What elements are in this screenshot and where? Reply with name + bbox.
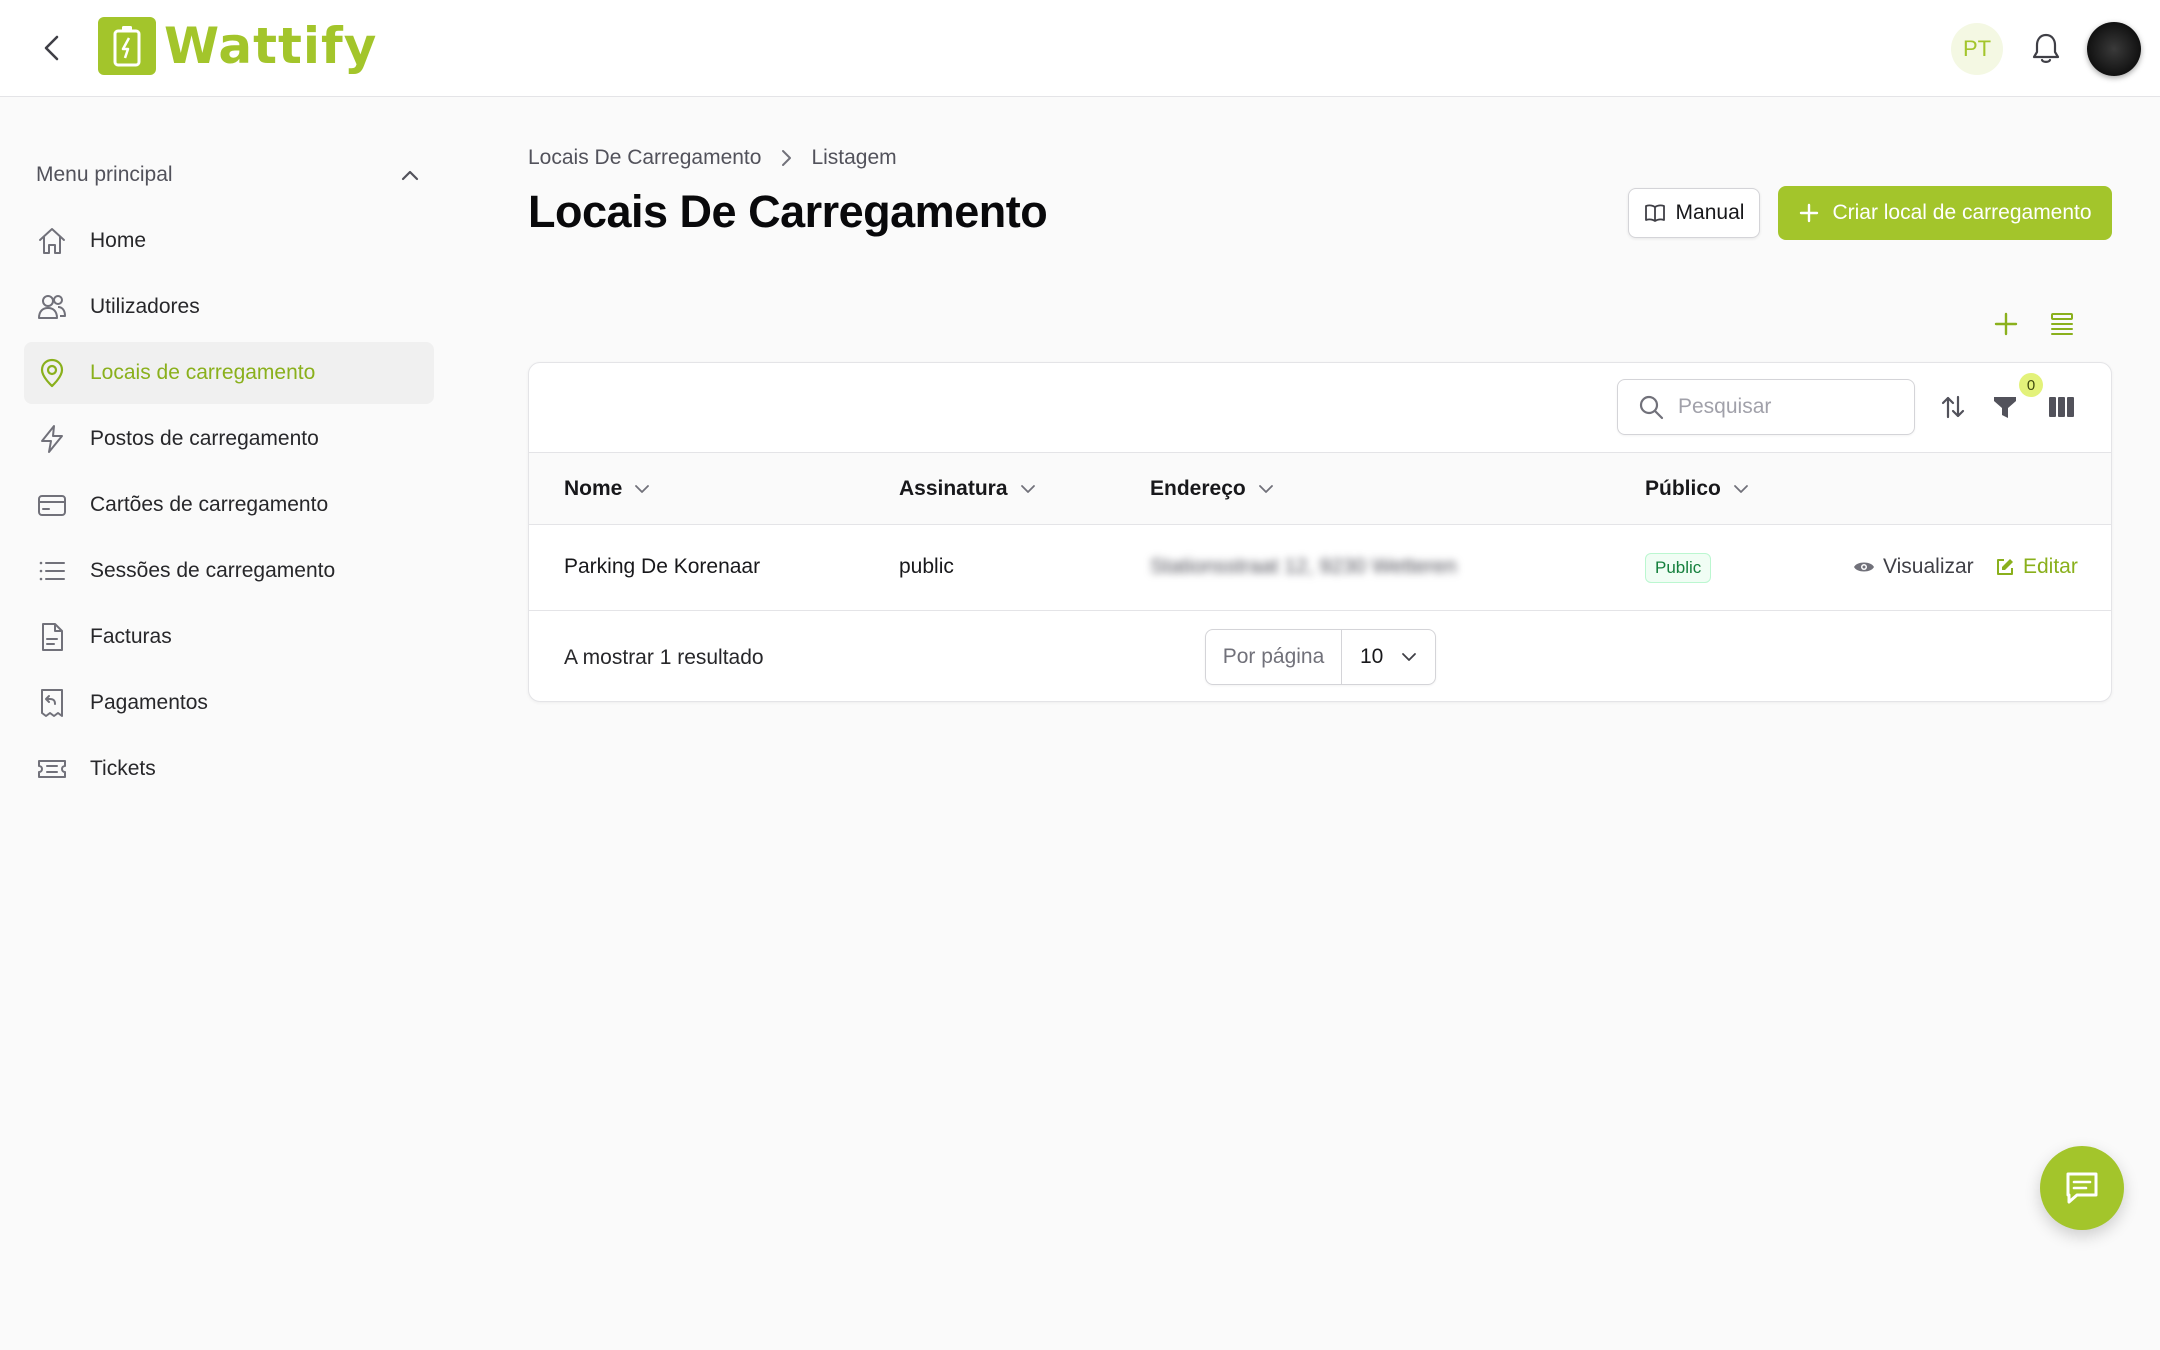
columns-toggle-button[interactable]	[2045, 391, 2077, 423]
eye-icon	[1854, 562, 1874, 572]
sidebar-item-label: Tickets	[90, 757, 156, 780]
sidebar-item-tickets[interactable]: Tickets	[24, 738, 434, 800]
sidebar-item-charging-locations[interactable]: Locais de carregamento	[24, 342, 434, 404]
sort-button[interactable]	[1937, 391, 1969, 423]
sidebar-item-charging-sessions[interactable]: Sessões de carregamento	[24, 540, 434, 602]
per-page-selector: Por página 10	[1205, 629, 1436, 685]
breadcrumb-current: Listagem	[811, 146, 897, 169]
breadcrumb-parent-link[interactable]: Locais De Carregamento	[528, 146, 761, 170]
edit-action-label: Editar	[2023, 555, 2078, 578]
column-label: Nome	[564, 477, 623, 500]
receipt-refund-icon	[36, 687, 68, 719]
column-header-assinatura[interactable]: Assinatura	[899, 477, 1036, 501]
bolt-icon	[36, 423, 68, 455]
sidebar-item-payments[interactable]: Pagamentos	[24, 672, 434, 734]
results-count: A mostrar 1 resultado	[564, 646, 764, 669]
document-icon	[36, 621, 68, 653]
column-label: Público	[1645, 477, 1721, 500]
list-icon	[36, 555, 68, 587]
battery-icon	[98, 17, 156, 75]
breadcrumb: Locais De Carregamento Listagem	[528, 146, 897, 170]
home-icon	[36, 225, 68, 257]
filter-button[interactable]	[1989, 391, 2021, 423]
page-title: Locais De Carregamento	[528, 186, 1048, 237]
per-page-select[interactable]: 10	[1342, 630, 1435, 684]
create-location-label: Criar local de carregamento	[1832, 201, 2092, 224]
add-view-button[interactable]	[1990, 308, 2022, 340]
ticket-icon	[36, 753, 68, 785]
chevron-down-icon	[1733, 485, 1748, 493]
view-action-label: Visualizar	[1883, 555, 1974, 578]
map-pin-icon	[36, 357, 68, 389]
column-header-nome[interactable]: Nome	[564, 477, 650, 501]
chevron-down-icon	[1402, 653, 1416, 661]
top-bar: Wattify PT	[0, 0, 2160, 97]
chevron-up-icon	[401, 170, 419, 181]
pencil-square-icon	[1997, 559, 2013, 575]
column-label: Endereço	[1150, 477, 1246, 500]
sidebar-item-label: Pagamentos	[90, 691, 208, 714]
queue-list-icon	[2051, 313, 2073, 335]
funnel-icon	[1994, 397, 2016, 418]
cell-nome: Parking De Korenaar	[564, 555, 761, 578]
user-avatar[interactable]	[2087, 22, 2141, 76]
search-input[interactable]	[1678, 395, 1898, 419]
arrows-up-down-icon	[1941, 395, 1965, 419]
bell-icon	[2032, 33, 2060, 63]
column-label: Assinatura	[899, 477, 1008, 500]
book-open-icon	[1644, 204, 1665, 222]
app-name: Wattify	[164, 17, 378, 75]
view-columns-icon	[2049, 397, 2074, 417]
chat-bubble-icon	[2066, 1172, 2098, 1204]
sidebar-item-invoices[interactable]: Facturas	[24, 606, 434, 668]
plus-icon	[1994, 312, 2018, 336]
chevron-right-icon	[779, 148, 793, 168]
view-action[interactable]: Visualizar	[1853, 555, 1974, 579]
back-button[interactable]	[36, 30, 68, 66]
sidebar-item-charging-cards[interactable]: Cartões de carregamento	[24, 474, 434, 536]
sidebar-item-label: Facturas	[90, 625, 172, 648]
sidebar-item-users[interactable]: Utilizadores	[24, 276, 434, 338]
sidebar-item-label: Sessões de carregamento	[90, 559, 336, 582]
sidebar-section-title: Menu principal	[36, 163, 173, 186]
notifications-button[interactable]	[2026, 28, 2066, 68]
sidebar-item-label: Postos de carregamento	[90, 427, 319, 450]
public-status-badge: Public	[1645, 553, 1712, 583]
sidebar-item-label: Locais de carregamento	[90, 361, 316, 384]
column-header-endereco[interactable]: Endereço	[1150, 477, 1274, 501]
per-page-value: 10	[1360, 645, 1384, 668]
saved-views-button[interactable]	[2046, 308, 2078, 340]
credit-card-icon	[36, 489, 68, 521]
cell-assinatura: public	[899, 555, 954, 578]
users-icon	[36, 291, 68, 323]
filter-count-badge: 0	[2019, 373, 2043, 397]
per-page-label: Por página	[1206, 630, 1342, 684]
chevron-down-icon	[1020, 485, 1035, 493]
sidebar-item-label: Utilizadores	[90, 295, 200, 318]
chevron-down-icon	[635, 485, 650, 493]
sidebar-item-label: Cartões de carregamento	[90, 493, 329, 516]
plus-icon	[1800, 203, 1819, 223]
create-location-button[interactable]: Criar local de carregamento	[1778, 186, 2112, 240]
locations-table-card: 0 Nome Assinatura Endereço Público Parki…	[528, 362, 2112, 702]
sidebar-item-label: Home	[90, 229, 147, 252]
search-field[interactable]	[1617, 379, 1915, 435]
sidebar-item-home[interactable]: Home	[24, 210, 434, 272]
column-header-publico[interactable]: Público	[1645, 477, 1749, 501]
sidebar-section-toggle[interactable]: Menu principal	[36, 158, 420, 192]
table-row: Parking De Korenaar public Stationsstraa…	[529, 525, 2111, 611]
language-switcher[interactable]: PT	[1951, 23, 2003, 75]
search-icon	[1636, 392, 1666, 422]
cell-endereco: Stationsstraat 12, 9230 Wetteren	[1150, 555, 1457, 578]
edit-action[interactable]: Editar	[1995, 555, 2078, 579]
sidebar-item-charging-stations[interactable]: Postos de carregamento	[24, 408, 434, 470]
manual-button-label: Manual	[1675, 201, 1745, 224]
manual-button[interactable]: Manual	[1628, 188, 1760, 238]
table-header: Nome Assinatura Endereço Público	[529, 452, 2111, 525]
app-logo[interactable]: Wattify	[98, 15, 377, 77]
chevron-left-icon	[44, 35, 59, 61]
chat-button[interactable]	[2040, 1146, 2124, 1230]
chevron-down-icon	[1258, 485, 1273, 493]
